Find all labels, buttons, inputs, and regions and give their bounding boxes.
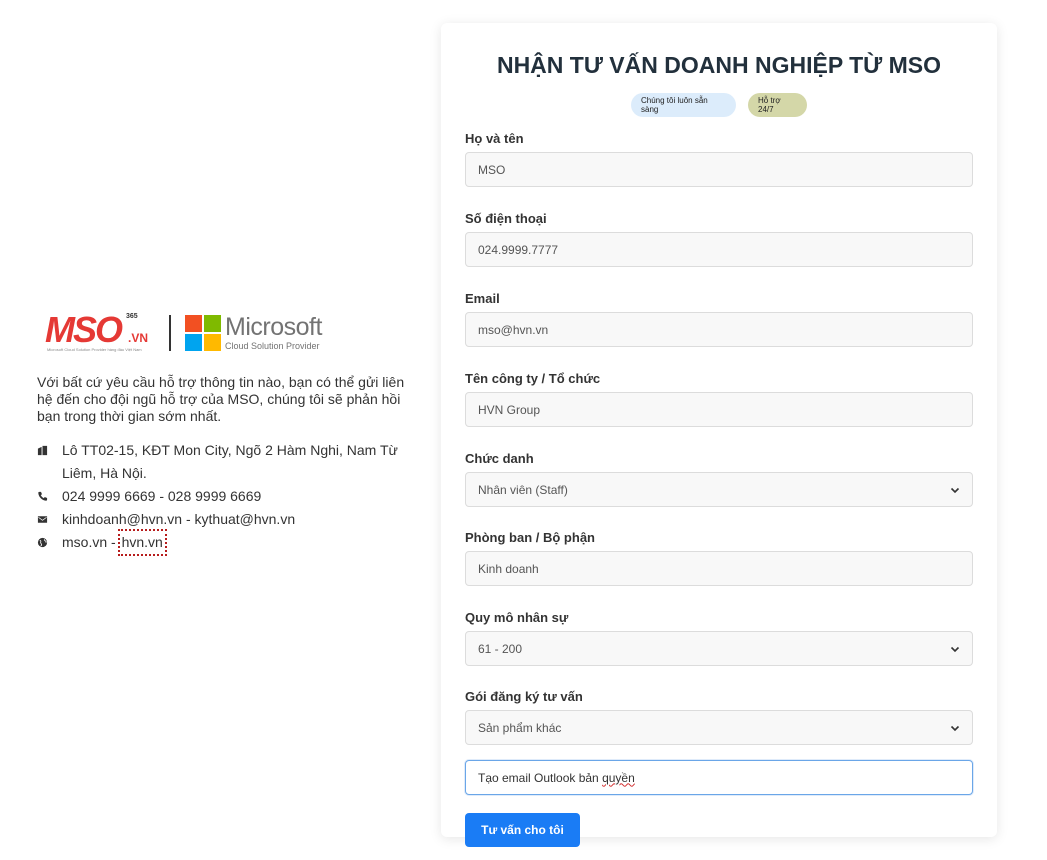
company-size-selected-value: 61 - 200 — [478, 641, 523, 656]
name-input[interactable]: MSO — [465, 152, 973, 187]
company-label: Tên công ty / Tổ chức — [465, 371, 601, 386]
mail-icon — [37, 508, 62, 531]
email-text[interactable]: kinhdoanh@hvn.vn - kythuat@hvn.vn — [62, 508, 295, 531]
building-icon — [37, 439, 62, 462]
chevron-down-icon — [950, 646, 960, 652]
field-phone: Số điện thoại 024.9999.7777 — [465, 211, 973, 267]
field-company-size: Quy mô nhân sự 61 - 200 — [465, 610, 973, 666]
mso-logo-badge: 365 — [126, 313, 138, 320]
position-label: Chức danh — [465, 451, 534, 466]
field-department: Phòng ban / Bộ phận Kinh doanh — [465, 530, 973, 586]
form-title: NHẬN TƯ VẤN DOANH NGHIỆP TỪ MSO — [496, 52, 942, 78]
department-input[interactable]: Kinh doanh — [465, 551, 973, 586]
logo-row: MSO 365 .VN Microsoft Cloud Solution Pro… — [37, 312, 417, 354]
website-text-1[interactable]: mso.vn - — [62, 531, 120, 554]
badge-always-ready: Chúng tôi luôn sẵn sàng — [631, 93, 736, 117]
microsoft-name: Microsoft — [225, 313, 322, 341]
company-size-select[interactable]: 61 - 200 — [465, 631, 973, 666]
mso-logo[interactable]: MSO 365 .VN Microsoft Cloud Solution Pro… — [37, 309, 148, 354]
package-select[interactable]: Sản phẩm khác — [465, 710, 973, 745]
badge-support-247: Hỗ trợ 24/7 — [748, 93, 807, 117]
logo-divider — [169, 315, 171, 351]
website-link-hvn[interactable]: hvn.vn — [117, 529, 167, 556]
chevron-down-icon — [950, 725, 960, 731]
form-badges: Chúng tôi luôn sẵn sàng Hỗ trợ 24/7 — [465, 93, 973, 117]
note-text-misspelled: quyền — [602, 770, 635, 785]
microsoft-subtitle: Cloud Solution Provider — [225, 341, 320, 351]
company-size-label: Quy mô nhân sự — [465, 610, 569, 625]
email-input[interactable]: mso@hvn.vn — [465, 312, 973, 347]
note-text: Tạo email Outlook bản — [478, 770, 603, 785]
field-package: Gói đăng ký tư vấn Sản phẩm khác — [465, 689, 973, 745]
position-select[interactable]: Nhân viên (Staff) — [465, 472, 973, 507]
contact-website: mso.vn - hvn.vn — [37, 529, 417, 556]
submit-button[interactable]: Tư vấn cho tôi — [465, 813, 580, 847]
microsoft-logo: Microsoft Cloud Solution Provider — [185, 315, 322, 351]
mso-logo-tagline: Microsoft Cloud Solution Provider hàng đ… — [47, 347, 142, 352]
contact-phone: 024 9999 6669 - 028 9999 6669 — [37, 485, 417, 508]
chevron-down-icon — [950, 487, 960, 493]
intro-text: Với bất cứ yêu cầu hỗ trợ thông tin nào,… — [37, 374, 405, 424]
phone-text[interactable]: 024 9999 6669 - 028 9999 6669 — [62, 485, 261, 508]
package-label: Gói đăng ký tư vấn — [465, 689, 583, 704]
contact-list: Lô TT02-15, KĐT Mon City, Ngõ 2 Hàm Nghi… — [37, 439, 417, 556]
address-text: Lô TT02-15, KĐT Mon City, Ngõ 2 Hàm Nghi… — [62, 442, 398, 481]
contact-address: Lô TT02-15, KĐT Mon City, Ngõ 2 Hàm Nghi… — [37, 439, 417, 485]
field-position: Chức danh Nhân viên (Staff) — [465, 451, 973, 507]
name-label: Họ và tên — [465, 131, 524, 146]
phone-input[interactable]: 024.9999.7777 — [465, 232, 973, 267]
note-input[interactable]: Tạo email Outlook bản quyền — [465, 760, 973, 795]
phone-label: Số điện thoại — [465, 211, 547, 226]
package-selected-value: Sản phẩm khác — [478, 720, 562, 735]
phone-icon — [37, 485, 62, 508]
field-name: Họ và tên MSO — [465, 131, 973, 187]
microsoft-squares-icon — [185, 315, 221, 351]
company-input[interactable]: HVN Group — [465, 392, 973, 427]
field-email: Email mso@hvn.vn — [465, 291, 973, 347]
position-selected-value: Nhân viên (Staff) — [478, 482, 568, 497]
mso-logo-text: MSO — [45, 309, 123, 350]
contact-email: kinhdoanh@hvn.vn - kythuat@hvn.vn — [37, 508, 417, 531]
mso-logo-suffix: .VN — [128, 331, 149, 345]
globe-icon — [37, 531, 62, 554]
contact-info-panel: MSO 365 .VN Microsoft Cloud Solution Pro… — [37, 312, 417, 556]
field-company: Tên công ty / Tổ chức HVN Group — [465, 371, 973, 427]
email-label: Email — [465, 291, 500, 306]
department-label: Phòng ban / Bộ phận — [465, 530, 595, 545]
consultation-form-card: NHẬN TƯ VẤN DOANH NGHIỆP TỪ MSO Chúng tô… — [441, 23, 997, 847]
